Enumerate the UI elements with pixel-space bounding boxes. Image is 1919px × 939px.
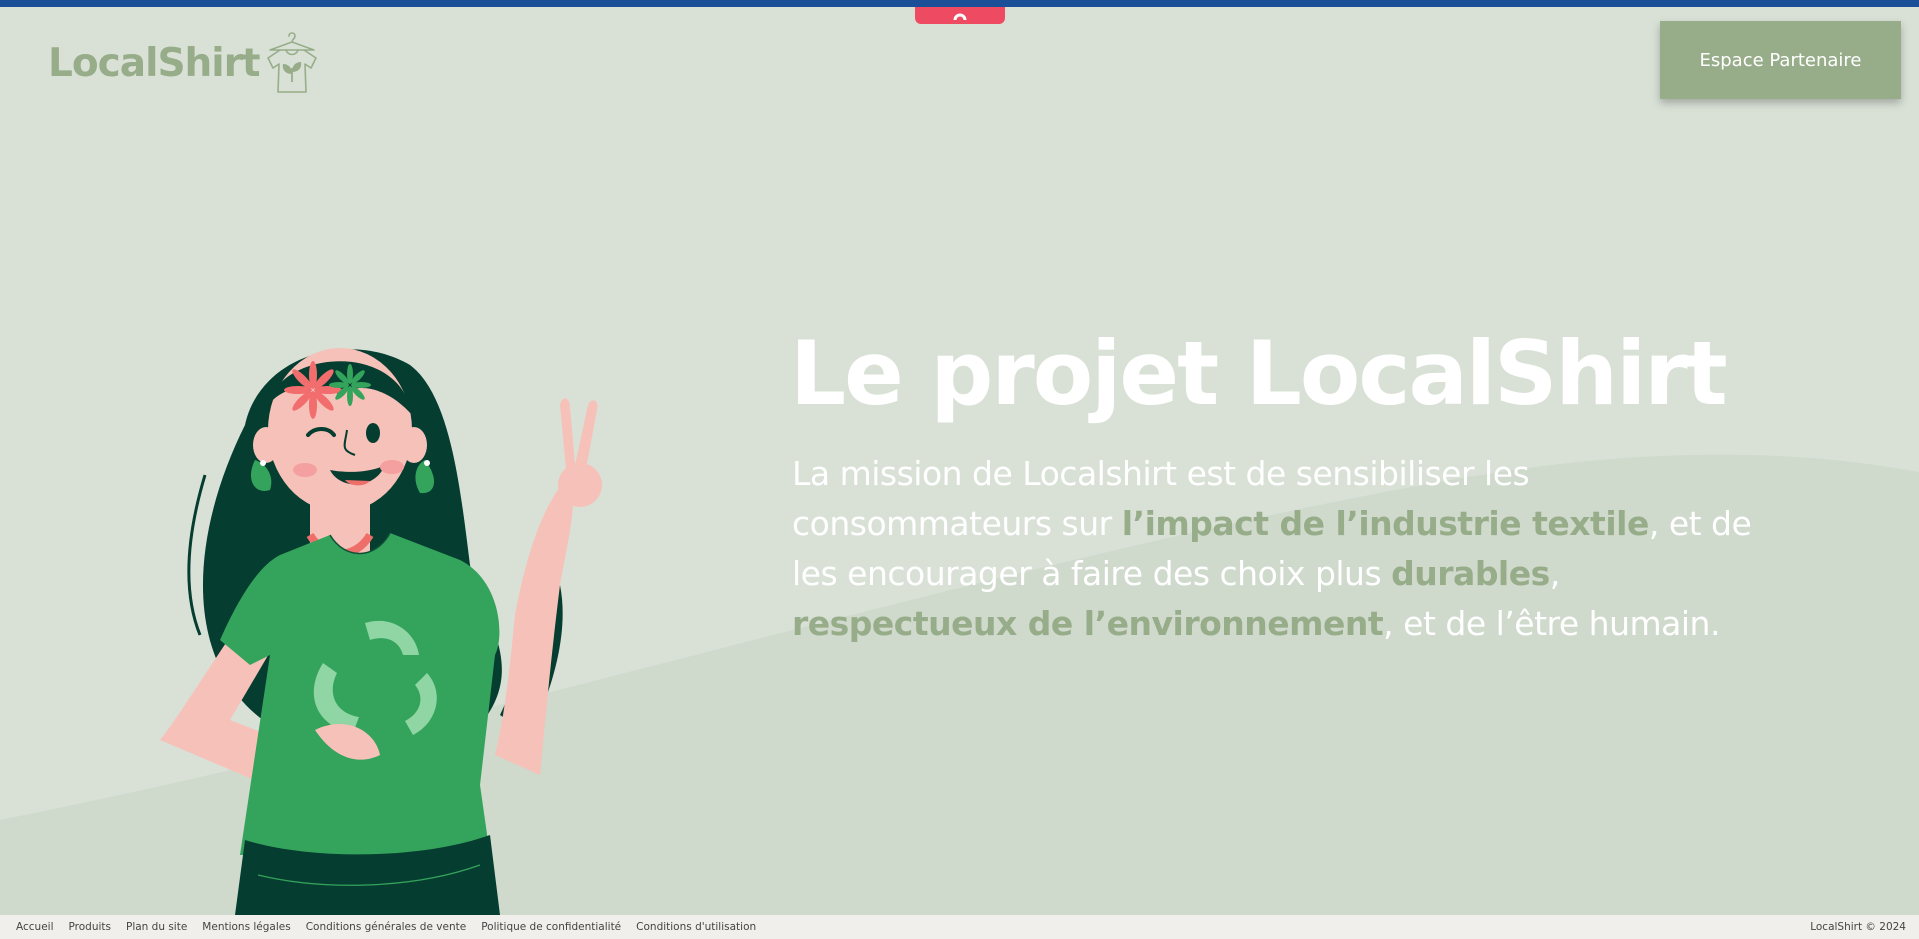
mission-text: , et de l’être humain.: [1383, 604, 1720, 643]
mission-text: ,: [1549, 554, 1561, 593]
footer-link-sitemap[interactable]: Plan du site: [126, 921, 187, 933]
mission-highlight: durables: [1391, 554, 1550, 593]
footer-link-products[interactable]: Produits: [69, 921, 111, 933]
page-title: Le projet LocalShirt: [790, 322, 1728, 425]
footer-link-home[interactable]: Accueil: [16, 921, 54, 933]
site-footer: Accueil Produits Plan du site Mentions l…: [0, 915, 1919, 939]
copyright-text: LocalShirt © 2024: [1810, 921, 1906, 933]
footer-link-privacy-policy[interactable]: Politique de confidentialité: [481, 921, 621, 933]
footer-link-terms-of-sale[interactable]: Conditions générales de vente: [306, 921, 466, 933]
partner-space-button[interactable]: Espace Partenaire: [1660, 21, 1901, 99]
woman-recycle-tshirt-illustration: [160, 348, 602, 915]
mission-statement: La mission de Localshirt est de sensibil…: [792, 449, 1792, 649]
mission-highlight: l’impact de l’industrie textile: [1121, 504, 1650, 543]
footer-nav: Accueil Produits Plan du site Mentions l…: [16, 921, 771, 933]
footer-link-terms-of-use[interactable]: Conditions d'utilisation: [636, 921, 756, 933]
brand-name: LocalShirt: [48, 41, 261, 86]
brand-logo[interactable]: LocalShirt: [48, 26, 326, 96]
hanger-tshirt-leaf-icon: [266, 32, 317, 93]
footer-link-legal-notice[interactable]: Mentions légales: [202, 921, 290, 933]
mission-highlight: respectueux de l’environnement: [792, 604, 1384, 643]
